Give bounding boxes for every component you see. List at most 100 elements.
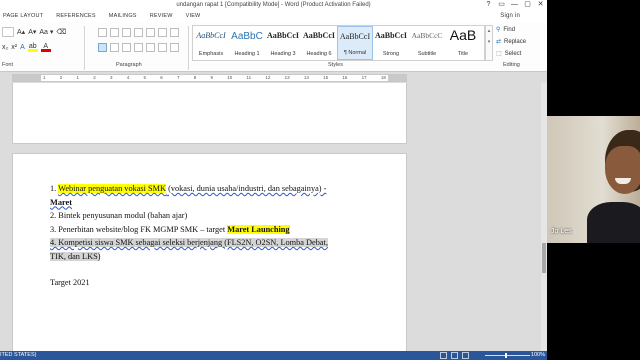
styles-gallery: AaBbCcI Emphasis AaBbC Heading 1 AaBbCcI…	[192, 25, 485, 61]
style-heading-3[interactable]: AaBbCcI Heading 3	[265, 26, 301, 60]
zoom-level[interactable]: 100%	[531, 352, 545, 358]
style-emphasis[interactable]: AaBbCcI Emphasis	[193, 26, 229, 60]
style-heading-6[interactable]: AaBbCcI Heading 6	[301, 26, 337, 60]
borders-icon[interactable]	[170, 42, 179, 52]
style-subtitle[interactable]: AaBbCcC Subtitle	[409, 26, 445, 60]
text-effects-button[interactable]: A	[20, 44, 25, 51]
left-margin	[13, 75, 41, 81]
ruler-number: 4	[126, 75, 130, 80]
horizontal-ruler[interactable]: 1 2 1 2 3 4 5 6 7 8 9 10 11 12 13 14 15 16 17 18	[12, 74, 407, 82]
show-marks-icon[interactable]	[170, 27, 179, 37]
sort-icon[interactable]	[158, 27, 167, 37]
styles-group-label: Styles	[328, 62, 343, 68]
status-bar: ITED STATES) 100%	[0, 351, 547, 360]
select-label: Select	[504, 51, 522, 57]
align-center-icon[interactable]	[110, 42, 119, 52]
decrease-indent-icon[interactable]	[134, 27, 143, 37]
style-preview: AaBbCcC	[411, 31, 443, 40]
tab-mailings[interactable]: MAILINGS	[109, 13, 137, 19]
ribbon-display-button[interactable]: ▭	[495, 0, 508, 10]
replace-button[interactable]: ⇄ Replace	[496, 36, 546, 48]
find-label: Find	[503, 27, 516, 33]
style-name: ¶ Normal	[343, 50, 367, 56]
ruler-number: 13	[284, 75, 290, 80]
grow-font-button[interactable]: A▴	[17, 28, 25, 36]
close-button[interactable]: ✕	[534, 0, 547, 10]
style-heading-1[interactable]: AaBbC Heading 1	[229, 26, 265, 60]
right-margin	[388, 75, 406, 81]
tab-view[interactable]: VIEW	[186, 13, 201, 19]
tab-references[interactable]: REFERENCES	[56, 13, 96, 19]
line-spacing-icon[interactable]	[146, 42, 155, 52]
font-size-box[interactable]	[2, 27, 14, 37]
list-item: 4. Kompetisi siswa SMK sebagai seleksi b…	[50, 236, 375, 250]
highlighted-text: Webinar penguatan vokasi SMK	[58, 184, 167, 193]
style-preview: AaB	[449, 27, 477, 41]
ruler-number: 9	[210, 75, 214, 80]
numbering-icon[interactable]	[110, 27, 119, 37]
zoom-slider[interactable]	[485, 353, 530, 358]
style-normal[interactable]: AaBbCcI ¶ Normal	[337, 26, 373, 60]
ruler-number: 1	[43, 75, 46, 80]
style-strong[interactable]: AaBbCcI Strong	[373, 26, 409, 60]
subscript-button[interactable]: x₂	[2, 44, 8, 51]
document-body[interactable]: 1. Webinar penguatan vokasi SMK (vokasi,…	[50, 182, 375, 290]
align-left-icon[interactable]	[98, 42, 107, 52]
participant-name: Jo Les	[551, 228, 572, 235]
page-current[interactable]: 1. Webinar penguatan vokasi SMK (vokasi,…	[12, 153, 407, 351]
highlight-color-button[interactable]: ab	[27, 43, 38, 52]
find-button[interactable]: ⚲ Find	[496, 24, 546, 36]
style-name: Subtitle	[417, 51, 437, 57]
tab-review[interactable]: REVIEW	[150, 13, 173, 19]
ruler-number: 5	[143, 75, 147, 80]
justify-icon[interactable]	[134, 42, 143, 52]
scrollbar-thumb[interactable]	[542, 243, 546, 273]
clear-format-icon[interactable]: ⌫	[56, 28, 66, 36]
styles-more-button[interactable]: ▴ ▾	[485, 25, 493, 61]
select-button[interactable]: ⬚ Select	[496, 48, 546, 60]
style-title[interactable]: AaB Title	[445, 26, 481, 60]
minimize-button[interactable]: —	[508, 0, 521, 10]
ruler-number: 11	[246, 75, 252, 80]
replace-icon: ⇄	[496, 39, 502, 45]
ruler-number: 6	[160, 75, 163, 80]
help-button[interactable]: ?	[482, 0, 495, 10]
increase-indent-icon[interactable]	[146, 27, 155, 37]
shrink-font-button[interactable]: A▾	[28, 28, 36, 36]
print-layout-icon[interactable]	[451, 352, 458, 359]
ruler-number: 12	[265, 75, 271, 80]
font-color-button[interactable]: A	[40, 43, 51, 52]
webcam-tile: Jo Les	[547, 116, 640, 243]
zoom-thumb[interactable]	[505, 353, 507, 358]
style-name: Emphasis	[198, 51, 224, 57]
paragraph: Target 2021	[50, 276, 375, 290]
ribbon-tabs: PAGE LAYOUT REFERENCES MAILINGS REVIEW V…	[0, 10, 547, 22]
style-name: Heading 3	[270, 51, 296, 57]
maximize-button[interactable]: ▢	[521, 0, 534, 10]
superscript-button[interactable]: x²	[11, 44, 17, 51]
ruler-number: 2	[59, 75, 63, 80]
multilevel-list-icon[interactable]	[122, 27, 131, 37]
list-item: 2. Bintek penyusunan modul (bahan ajar)	[50, 209, 375, 223]
align-right-icon[interactable]	[122, 42, 131, 52]
page-previous[interactable]	[12, 83, 407, 144]
style-preview: AaBbCcI	[302, 31, 335, 40]
tab-page-layout[interactable]: PAGE LAYOUT	[3, 13, 43, 19]
item-number: 1.	[50, 184, 59, 193]
change-case-button[interactable]: Aa ▾	[39, 28, 53, 36]
bullets-icon[interactable]	[98, 27, 107, 37]
list-item: 3. Penerbitan website/blog FK MGMP SMK –…	[50, 223, 375, 237]
title-bar: undangan rapat 1 [Compatibility Mode] - …	[0, 0, 547, 10]
paragraph-group	[98, 26, 198, 56]
font-group-label: Font	[2, 62, 14, 68]
shading-icon[interactable]	[158, 42, 167, 52]
highlighted-text: Maret Launching	[227, 224, 290, 234]
read-mode-icon[interactable]	[440, 352, 447, 359]
web-layout-icon[interactable]	[462, 352, 469, 359]
language-indicator[interactable]: ITED STATES)	[0, 352, 36, 358]
ruler-number: 17	[361, 75, 367, 80]
style-preview: AaBbCcI	[196, 31, 226, 40]
target-text: Target 2021	[50, 278, 90, 287]
sign-in-link[interactable]: Sign in	[500, 13, 520, 19]
ruler-number: 3	[110, 75, 113, 80]
